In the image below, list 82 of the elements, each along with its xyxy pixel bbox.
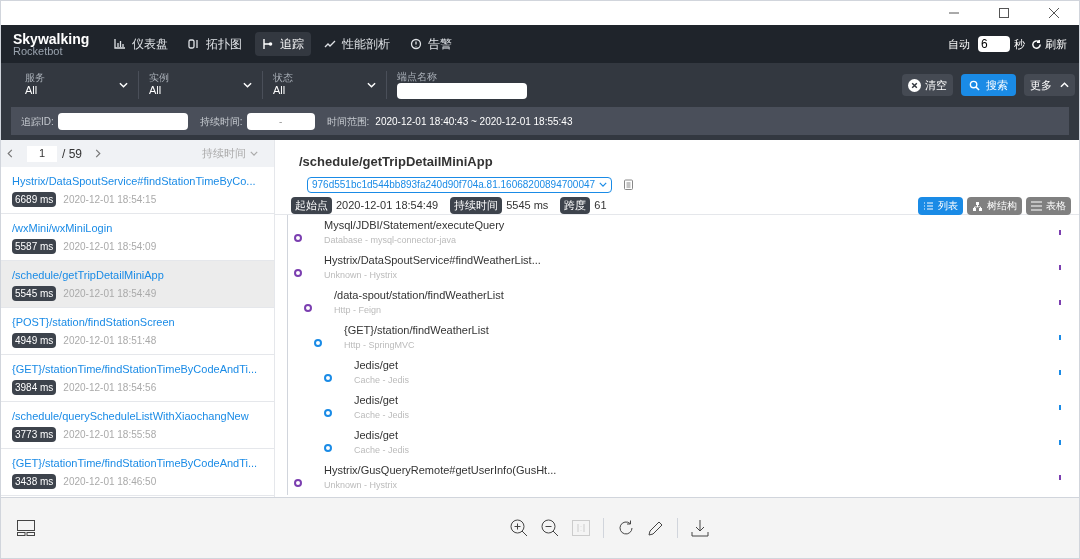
bar-chart-icon [114,38,127,50]
alert-icon [410,38,423,50]
refresh-icon [1031,38,1042,50]
list-icon [923,200,934,211]
trace-title: /schedule/getTripDetailMiniApp [298,153,494,171]
more-button[interactable]: 更多 [1024,74,1075,96]
clear-icon [908,78,921,92]
filter-select[interactable]: 实例 All [149,71,252,99]
next-page-icon[interactable] [95,149,101,158]
span-count-badge: 跨度 [560,197,591,214]
field-label: 端点名称 [397,70,438,84]
layout-icon[interactable] [17,520,35,536]
time-range-value: 2020-12-01 18:40:43 ~ 2020-12-01 18:55:43 [375,114,573,129]
download-icon[interactable] [691,519,709,537]
zoom-out-icon[interactable] [541,519,559,537]
zoom-in-icon[interactable] [510,519,528,537]
tree-icon [972,200,983,211]
caret-down-icon [599,182,608,187]
span-count: 61 [594,198,607,214]
search-button[interactable]: 搜索 [961,74,1016,96]
search-icon [969,79,980,91]
span-row[interactable]: Hystrix/GusQueryRemote#getUserInfo(GusHt... Unknown - Hystrix [324,463,1059,492]
copy-icon[interactable] [624,179,634,190]
logo-text: Skywalking [13,31,90,46]
page-total: / 59 [62,145,82,163]
timeline-tick [1059,370,1061,375]
nav-tab[interactable]: 告警 [403,32,460,56]
timeline-tick [1059,405,1061,410]
duration-value: 5545 ms [506,198,549,214]
timeline-tick [1059,475,1061,480]
auto-label: 自动 [948,36,970,52]
caret-down-icon [367,82,376,88]
caret-down-icon [119,82,128,88]
filter-select[interactable]: 状态 All [273,71,376,99]
span-row[interactable]: Mysql/JDBI/Statement/executeQuery Database - mysql-connector-java [324,218,1059,247]
duration-label: 持续时间: [199,114,243,129]
timeline-tick [1059,230,1061,235]
trace-id-field[interactable] [57,112,188,130]
rotate-icon[interactable] [617,519,635,537]
topology-icon [188,38,201,50]
trace-id-select[interactable]: 976d551bc1d544bb893fa240d90f704a.81.16068200894700047 [307,176,613,193]
time-range-label: 时间范围: [326,114,370,129]
duration-badge: 持续时间 [450,197,503,214]
interval-field[interactable]: 6 [978,36,1010,52]
caret-down-icon [243,82,252,88]
timeline-tick [1059,265,1061,270]
clear-button[interactable]: 清空 [902,74,953,96]
span-row[interactable]: Jedis/get Cache - Jedis [354,358,1059,387]
close-icon[interactable] [1049,8,1059,18]
nav-tab[interactable]: 拓扑图 [181,32,250,56]
view-button[interactable]: 树结构 [967,196,1022,215]
nav-tab[interactable]: 追踪 [255,32,312,56]
page-field[interactable]: 1 [27,145,57,162]
start-time: 2020-12-01 18:54:49 [336,198,439,214]
trace-icon [262,38,275,50]
timeline-tick [1059,300,1061,305]
line-chart-icon [324,38,337,50]
trace-id-label: 追踪ID: [21,114,54,129]
unit-label: 秒 [1014,36,1025,52]
filter-select[interactable]: 服务 All [25,71,128,99]
caret-down-icon [250,151,258,156]
span-row[interactable]: Jedis/get Cache - Jedis [354,393,1059,422]
span-row[interactable]: Hystrix/DataSpoutService#findWeatherList... Unknown - Hystrix [324,253,1059,282]
pencil-icon[interactable] [648,520,664,536]
nav-tab[interactable]: 性能剖析 [317,32,398,56]
caret-up-icon [1060,82,1069,88]
refresh-button[interactable]: 刷新 [1031,35,1067,53]
view-button[interactable]: 列表 [918,196,963,215]
timeline-tick [1059,335,1061,340]
previous-page-icon[interactable] [7,149,13,158]
span-row[interactable]: {GET}/station/findWeatherList Http - SpringMVC [344,323,1059,352]
timeline-tick [1059,440,1061,445]
nav-tab[interactable]: 仪表盘 [107,32,176,56]
span-row[interactable]: Jedis/get Cache - Jedis [354,428,1059,457]
endpoint-name-field[interactable] [397,83,527,100]
actual-size-icon [572,520,590,536]
start-badge: 起始点 [291,197,332,214]
span-row[interactable]: /data-spout/station/findWeatherList Http - Feign [334,288,1059,317]
maximize-icon[interactable] [999,8,1009,18]
table-icon [1031,200,1042,211]
trace-list-item[interactable]: /schedule/getTripDetailMiniApp 5545 ms 2020-12-01 18:54:49 [1,261,274,308]
view-button[interactable]: 表格 [1026,196,1071,215]
